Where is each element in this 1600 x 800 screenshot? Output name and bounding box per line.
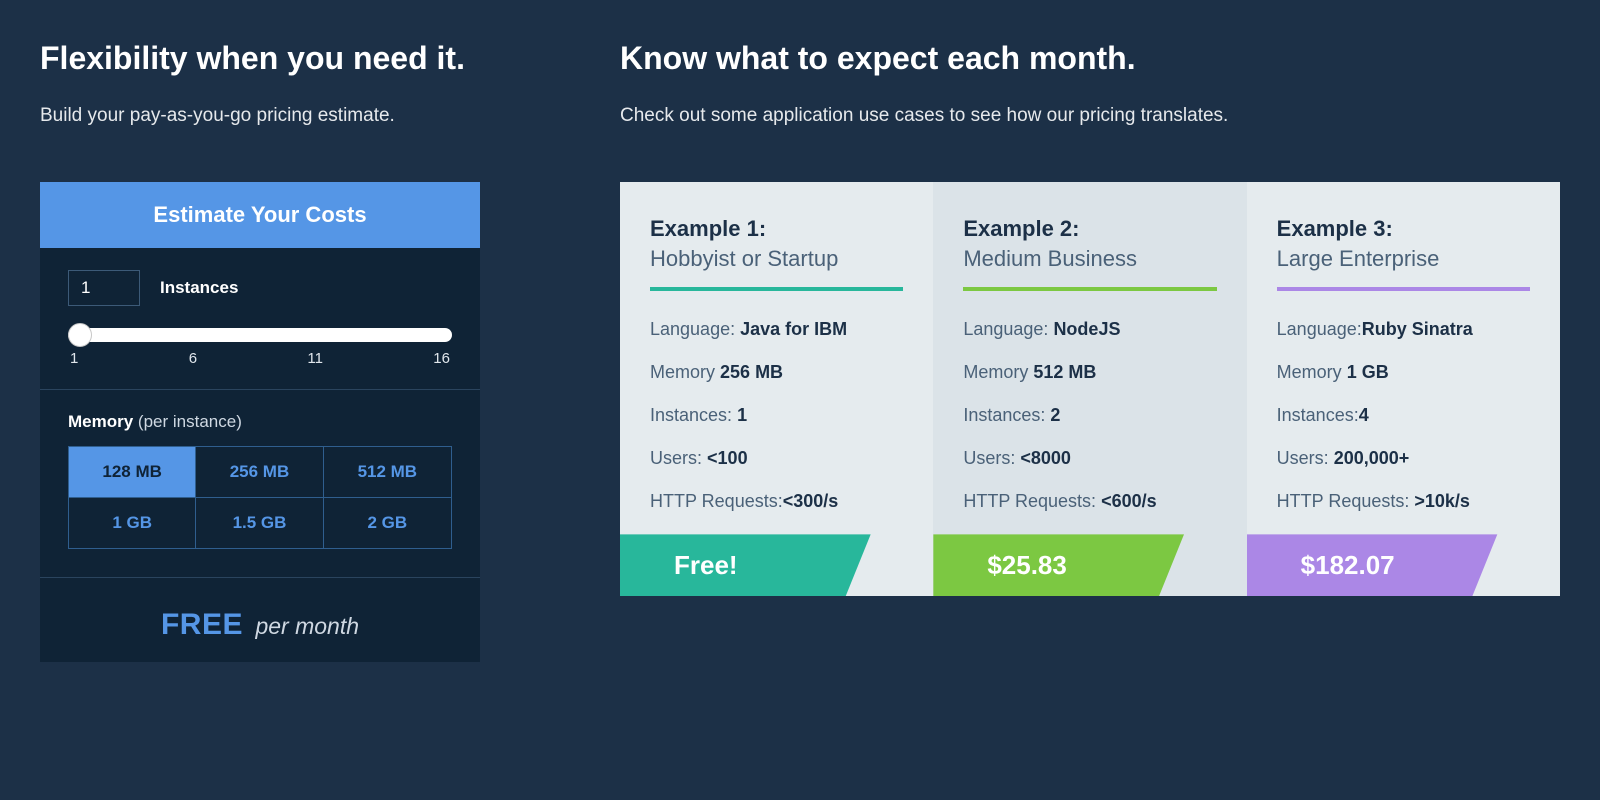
spec-memory: Memory 1 GB bbox=[1277, 362, 1530, 383]
price-period: per month bbox=[255, 613, 359, 639]
spec-http: HTTP Requests: >10k/s bbox=[1277, 491, 1530, 512]
spec-language: Language:Ruby Sinatra bbox=[1277, 319, 1530, 340]
memory-option[interactable]: 512 MB bbox=[324, 447, 451, 498]
spec-memory: Memory 512 MB bbox=[963, 362, 1216, 383]
right-section-title: Know what to expect each month. bbox=[620, 40, 1560, 77]
memory-label: Memory (per instance) bbox=[68, 412, 452, 432]
example-price: Free! bbox=[620, 534, 933, 596]
memory-option[interactable]: 256 MB bbox=[196, 447, 323, 498]
examples-row: Example 1: Hobbyist or Startup Language:… bbox=[620, 182, 1560, 596]
memory-option[interactable]: 1.5 GB bbox=[196, 498, 323, 548]
memory-option[interactable]: 1 GB bbox=[69, 498, 196, 548]
memory-option[interactable]: 2 GB bbox=[324, 498, 451, 548]
estimator-header: Estimate Your Costs bbox=[40, 182, 480, 248]
example-title: Example 1: Hobbyist or Startup bbox=[650, 214, 903, 291]
spec-instances: Instances: 1 bbox=[650, 405, 903, 426]
estimated-price: FREE bbox=[161, 608, 243, 641]
example-title: Example 2: Medium Business bbox=[963, 214, 1216, 291]
slider-tick: 1 bbox=[70, 350, 78, 367]
spec-users: Users: 200,000+ bbox=[1277, 448, 1530, 469]
memory-options-grid: 128 MB 256 MB 512 MB 1 GB 1.5 GB 2 GB bbox=[68, 446, 452, 549]
cost-estimator-card: Estimate Your Costs Instances 1 6 11 16 bbox=[40, 182, 480, 662]
spec-language: Language: NodeJS bbox=[963, 319, 1216, 340]
example-price: $25.83 bbox=[933, 534, 1246, 596]
left-section-title: Flexibility when you need it. bbox=[40, 40, 520, 77]
slider-tick: 6 bbox=[189, 350, 197, 367]
example-card: Example 3: Large Enterprise Language:Rub… bbox=[1247, 182, 1560, 596]
slider-tick: 16 bbox=[433, 350, 450, 367]
spec-http: HTTP Requests:<300/s bbox=[650, 491, 903, 512]
spec-instances: Instances: 2 bbox=[963, 405, 1216, 426]
price-ribbon: $25.83 bbox=[933, 534, 1246, 596]
example-title: Example 3: Large Enterprise bbox=[1277, 214, 1530, 291]
slider-ticks: 1 6 11 16 bbox=[68, 342, 452, 367]
instances-label: Instances bbox=[160, 278, 238, 298]
spec-memory: Memory 256 MB bbox=[650, 362, 903, 383]
slider-tick: 11 bbox=[307, 350, 323, 367]
right-section-subtitle: Check out some application use cases to … bbox=[620, 105, 1560, 127]
memory-option[interactable]: 128 MB bbox=[69, 447, 196, 498]
spec-instances: Instances:4 bbox=[1277, 405, 1530, 426]
left-section-subtitle: Build your pay-as-you-go pricing estimat… bbox=[40, 105, 520, 127]
example-price: $182.07 bbox=[1247, 534, 1560, 596]
spec-users: Users: <8000 bbox=[963, 448, 1216, 469]
spec-http: HTTP Requests: <600/s bbox=[963, 491, 1216, 512]
instances-slider[interactable] bbox=[68, 328, 452, 342]
price-ribbon: Free! bbox=[620, 534, 933, 596]
example-card: Example 1: Hobbyist or Startup Language:… bbox=[620, 182, 933, 596]
spec-users: Users: <100 bbox=[650, 448, 903, 469]
slider-thumb-icon[interactable] bbox=[68, 323, 92, 347]
price-ribbon: $182.07 bbox=[1247, 534, 1560, 596]
spec-language: Language: Java for IBM bbox=[650, 319, 903, 340]
estimator-result: FREE per month bbox=[40, 578, 480, 662]
instances-input[interactable] bbox=[68, 270, 140, 306]
example-card: Example 2: Medium Business Language: Nod… bbox=[933, 182, 1246, 596]
